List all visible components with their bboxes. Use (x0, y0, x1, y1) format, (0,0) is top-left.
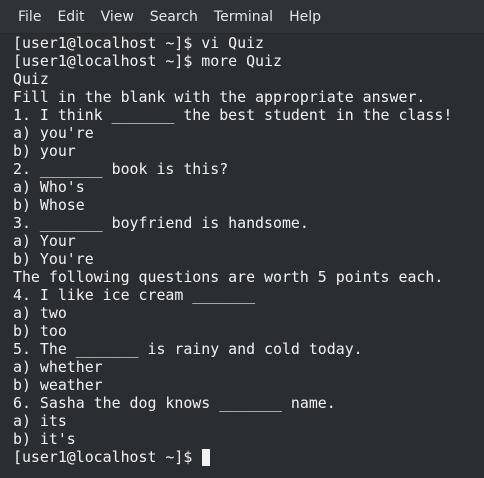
terminal-output[interactable]: [user1@localhost ~]$ vi Quiz [user1@loca… (13, 34, 473, 474)
terminal-line: a) Who's (13, 178, 85, 196)
terminal-line: 5. The _______ is rainy and cold today. (13, 340, 363, 358)
terminal-line: a) you're (13, 124, 94, 142)
terminal-line: 4. I like ice cream _______ (13, 286, 256, 304)
terminal-line: 1. I think _______ the best student in t… (13, 106, 453, 124)
terminal-prompt-line[interactable]: [user1@localhost ~]$ (13, 448, 473, 466)
terminal-line: b) your (13, 142, 76, 160)
terminal-line: a) Your (13, 232, 76, 250)
terminal-line: [user1@localhost ~]$ more Quiz (13, 52, 282, 70)
menu-terminal[interactable]: Terminal (206, 7, 281, 27)
terminal-line: a) its (13, 412, 67, 430)
terminal-line: b) You're (13, 250, 94, 268)
menu-help[interactable]: Help (281, 7, 329, 27)
menu-edit[interactable]: Edit (49, 7, 92, 27)
terminal-line: 2. _______ book is this? (13, 160, 229, 178)
terminal-line: [user1@localhost ~]$ vi Quiz (13, 34, 265, 52)
menu-view[interactable]: View (93, 7, 142, 27)
menu-bar: File Edit View Search Terminal Help (0, 0, 484, 34)
terminal-line: b) too (13, 322, 67, 340)
terminal-line: b) it's (13, 430, 76, 448)
shell-prompt: [user1@localhost ~]$ (13, 448, 202, 466)
terminal-line: 3. _______ boyfriend is handsome. (13, 214, 309, 232)
terminal-line: 6. Sasha the dog knows _______ name. (13, 394, 336, 412)
terminal-line: b) weather (13, 376, 103, 394)
terminal-line: The following questions are worth 5 poin… (13, 268, 444, 286)
terminal-line: Quiz (13, 70, 49, 88)
text-cursor (202, 448, 211, 466)
terminal-line: b) Whose (13, 196, 85, 214)
scrollbar[interactable] (478, 34, 484, 478)
terminal-window: File Edit View Search Terminal Help [use… (0, 0, 484, 478)
terminal-line: Fill in the blank with the appropriate a… (13, 88, 426, 106)
terminal-line: a) whether (13, 358, 103, 376)
menu-file[interactable]: File (10, 7, 49, 27)
terminal-line: a) two (13, 304, 67, 322)
menu-search[interactable]: Search (142, 7, 206, 27)
